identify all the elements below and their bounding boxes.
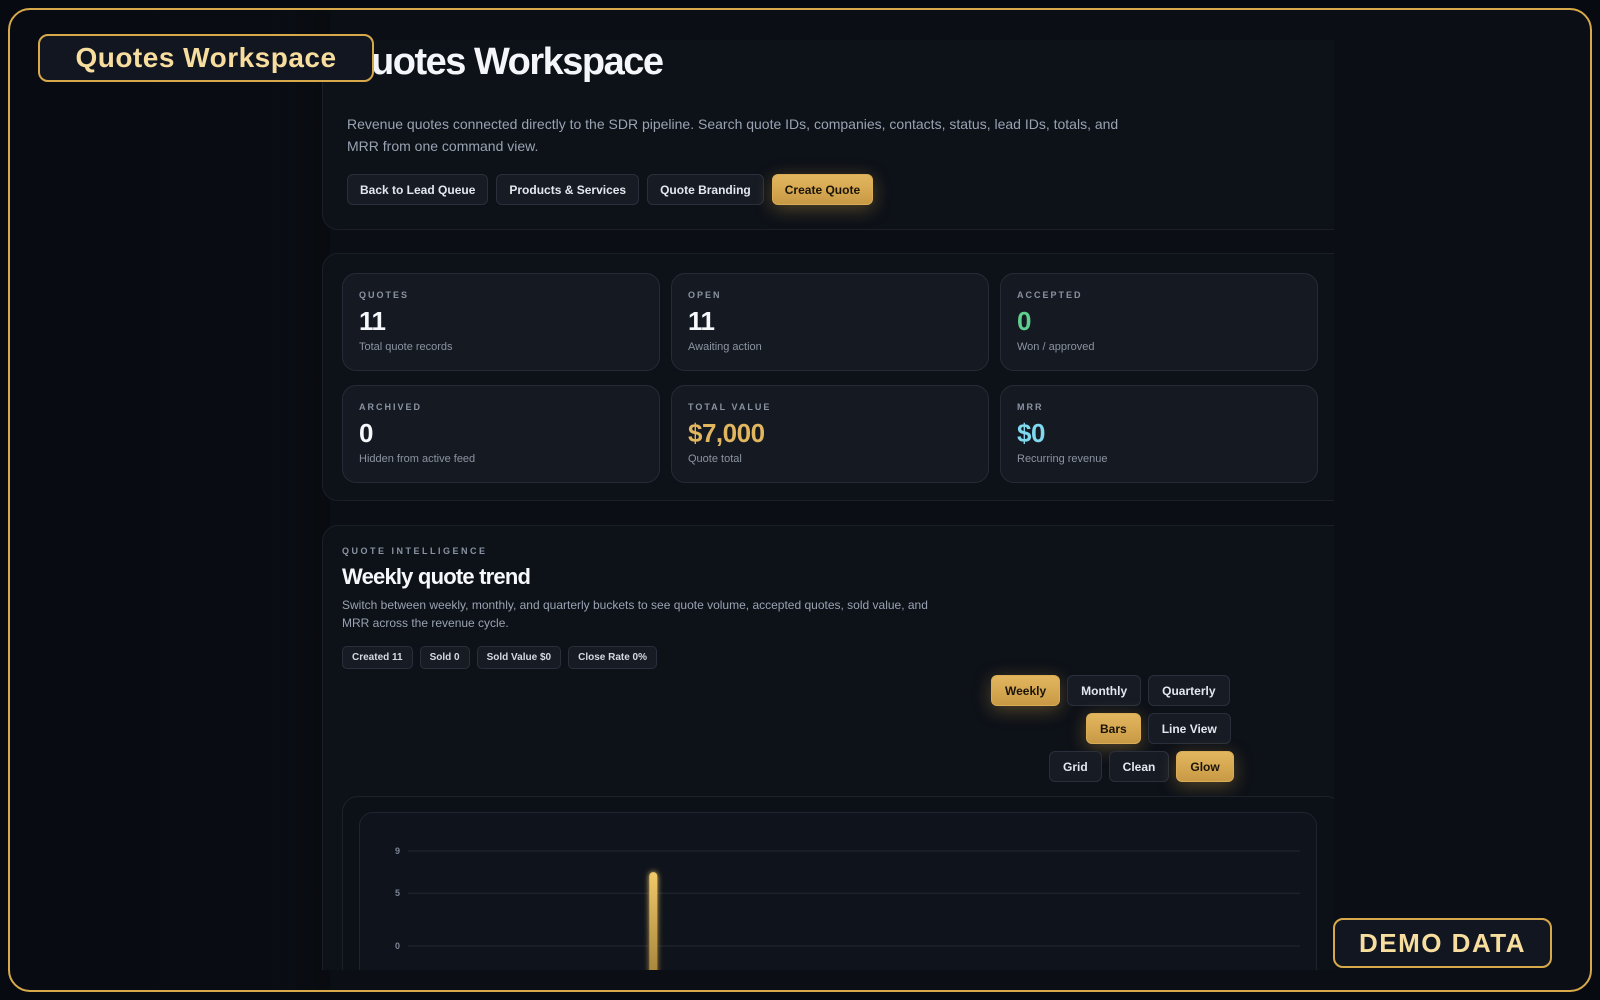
stat-label: QUOTES: [359, 290, 410, 300]
stat-value: 11: [688, 306, 715, 336]
stat-card-mrr: MRR $0 Recurring revenue: [1000, 385, 1318, 483]
weekly-toggle[interactable]: Weekly: [991, 675, 1061, 706]
page-title: Quotes Workspace: [343, 41, 664, 83]
stat-value: $0: [1017, 418, 1045, 448]
view-toggle: Bars Line View: [1086, 713, 1231, 744]
section-title: Weekly quote trend: [342, 564, 531, 589]
chip-close-rate: Close Rate 0%: [568, 646, 658, 669]
stat-caption: Recurring revenue: [1017, 453, 1108, 465]
create-quote-button[interactable]: Create Quote: [771, 174, 874, 205]
weekly-trend-chart: 0 5 9: [395, 846, 1300, 970]
stat-caption: Hidden from active feed: [359, 453, 476, 465]
stat-label: OPEN: [688, 290, 722, 300]
monthly-toggle[interactable]: Monthly: [1067, 675, 1142, 706]
stat-label: TOTAL VALUE: [688, 402, 772, 412]
line-view-toggle[interactable]: Line View: [1147, 713, 1231, 744]
chip-created: Created 11: [342, 646, 413, 669]
stat-label: ARCHIVED: [359, 402, 423, 412]
quote-intelligence-panel: QUOTE INTELLIGENCE Weekly quote trend Sw…: [322, 525, 1334, 970]
section-kicker: QUOTE INTELLIGENCE: [342, 546, 488, 556]
hero-panel: Quotes Workspace Revenue quotes connecte…: [322, 40, 1334, 230]
back-to-lead-queue-button[interactable]: Back to Lead Queue: [347, 174, 489, 205]
products-services-button[interactable]: Products & Services: [496, 174, 640, 205]
hero-actions: Back to Lead Queue Products & Services Q…: [347, 174, 874, 205]
page-description: Revenue quotes connected directly to the…: [347, 116, 1119, 154]
bars-toggle[interactable]: Bars: [1086, 713, 1141, 744]
stat-card-open: OPEN 11 Awaiting action: [671, 273, 989, 371]
app-frame: Quotes Workspace Revenue quotes connecte…: [8, 8, 1592, 992]
chip-sold: Sold 0: [419, 646, 470, 669]
chip-sold-value: Sold Value $0: [476, 646, 562, 669]
stat-caption: Awaiting action: [688, 341, 762, 353]
y-tick-label: 5: [395, 888, 400, 898]
stat-value: 11: [359, 306, 386, 336]
style-toggle: Grid Clean Glow: [1049, 751, 1234, 782]
grid-toggle[interactable]: Grid: [1049, 751, 1102, 782]
stat-label: MRR: [1017, 402, 1044, 412]
chart-container: 0 5 9: [342, 796, 1334, 970]
chart-card: 0 5 9: [359, 812, 1317, 970]
stat-card-archived: ARCHIVED 0 Hidden from active feed: [342, 385, 660, 483]
demo-data-badge: DEMO DATA: [1333, 918, 1552, 968]
clean-toggle[interactable]: Clean: [1108, 751, 1170, 782]
stat-card-accepted: ACCEPTED 0 Won / approved: [1000, 273, 1318, 371]
y-tick-label: 9: [395, 846, 400, 856]
period-toggle: Weekly Monthly Quarterly: [991, 675, 1230, 706]
stat-label: ACCEPTED: [1017, 290, 1083, 300]
main-content[interactable]: Quotes Workspace Revenue quotes connecte…: [10, 40, 1334, 970]
stat-caption: Won / approved: [1017, 341, 1095, 353]
stat-value: $7,000: [688, 418, 765, 448]
stat-value: 0: [1017, 306, 1031, 336]
stat-value: 0: [359, 418, 373, 448]
stat-caption: Total quote records: [359, 341, 453, 353]
section-description: Switch between weekly, monthly, and quar…: [342, 598, 928, 630]
y-tick-label: 0: [395, 941, 400, 951]
quarterly-toggle[interactable]: Quarterly: [1148, 675, 1230, 706]
title-badge: Quotes Workspace: [38, 34, 374, 82]
glow-toggle[interactable]: Glow: [1176, 751, 1234, 782]
stat-caption: Quote total: [688, 453, 742, 465]
chart-bar[interactable]: [649, 872, 658, 970]
stat-card-quotes: QUOTES 11 Total quote records: [342, 273, 660, 371]
stats-panel: QUOTES 11 Total quote records OPEN 11 Aw…: [322, 253, 1334, 501]
summary-chips: Created 11 Sold 0 Sold Value $0 Close Ra…: [342, 646, 658, 669]
quote-branding-button[interactable]: Quote Branding: [647, 174, 764, 205]
stat-card-total-value: TOTAL VALUE $7,000 Quote total: [671, 385, 989, 483]
